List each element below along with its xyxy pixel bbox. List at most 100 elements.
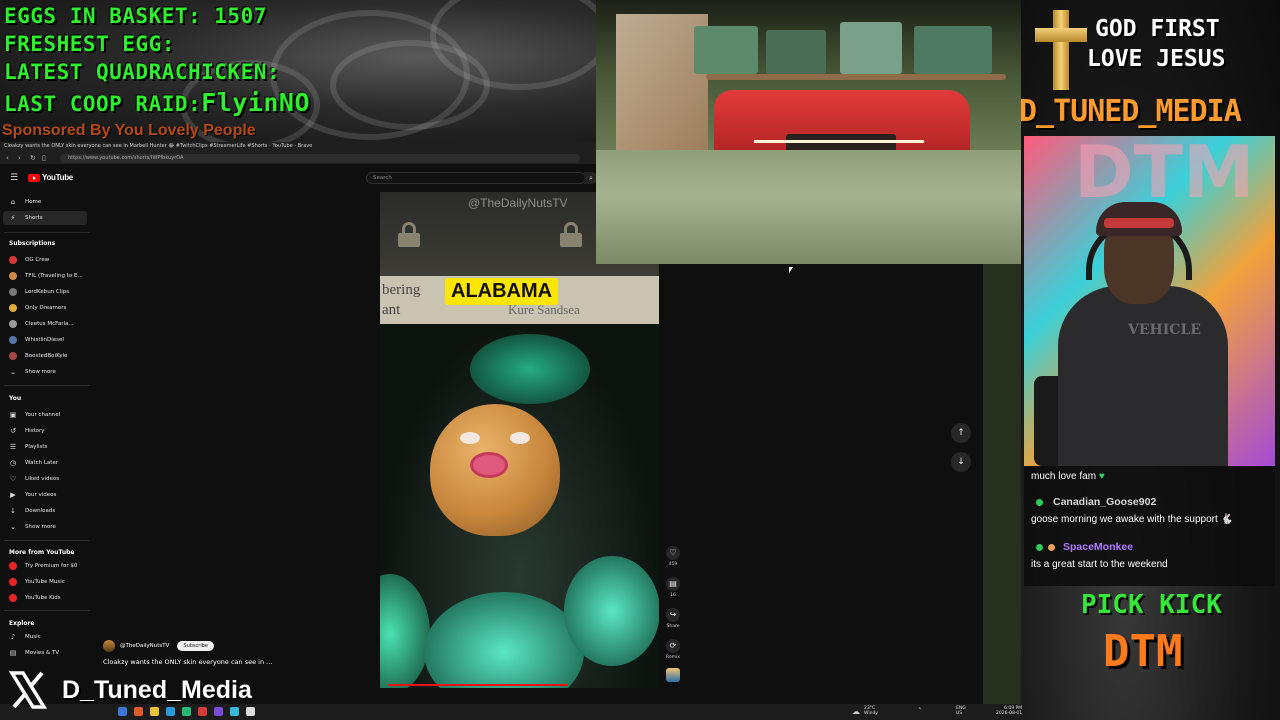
channel-name[interactable]: @TheDailyNutsTV <box>120 643 169 649</box>
sidebar-item-show-more[interactable]: ⌄ Show more <box>0 365 88 379</box>
youtube-play-icon <box>28 173 40 182</box>
address-bar[interactable]: https://www.youtube.com/shorts/IWPfbkuyr… <box>60 154 580 163</box>
previous-short-button[interactable]: ↑ <box>951 423 971 443</box>
badge-icon <box>1036 544 1043 551</box>
sidebar-item-label: Cleetus McFarla... <box>25 321 74 327</box>
explore-1-icon: ▤ <box>9 649 17 657</box>
sidebar-item-show-more-2[interactable]: ⌄ Show more <box>0 520 88 534</box>
cap <box>1096 202 1182 236</box>
share-label: Share <box>666 624 680 629</box>
arrow-up-icon: ↑ <box>957 428 965 438</box>
you-3-icon: ◷ <box>9 459 17 467</box>
region-code: US <box>956 711 963 716</box>
latest-quadrachicken: LATEST QUADRACHICKEN: <box>4 60 281 84</box>
browser-toolbar: Cloakzy wants the ONLY skin everyone can… <box>0 142 596 164</box>
chat-message: much love fam ♥ <box>1031 471 1105 482</box>
sidebar-item-subscription[interactable]: Cleetus McFarla... <box>0 317 88 331</box>
badge-icon <box>1048 544 1055 551</box>
search-input[interactable]: Search <box>366 172 586 184</box>
share-button[interactable]: ↪ Share <box>665 608 681 629</box>
god-first-text: GOD FIRST <box>1095 16 1220 42</box>
chat-box: much love fam ♥ Canadian_Goose902 goose … <box>1024 466 1275 586</box>
sidebar-item-label: YouTube Kids <box>25 595 61 601</box>
last-coop-raid-value: FlyinNO <box>201 88 311 117</box>
chat-message-text: goose morning we awake with the support <box>1031 514 1218 525</box>
comment-icon: ▤ <box>666 577 680 591</box>
back-icon[interactable]: ‹ <box>6 154 9 162</box>
bookmark-icon[interactable]: ▯ <box>42 154 46 162</box>
like-button[interactable]: ♡ 459 <box>665 546 681 567</box>
you-2-icon: ☰ <box>9 443 17 451</box>
chat-message: goose morning we awake with the support … <box>1031 514 1233 525</box>
sidebar-item-subscription[interactable]: WhistlinDiesel <box>0 333 88 347</box>
hamburger-menu-icon[interactable]: ☰ <box>10 173 18 183</box>
remix-icon: ⟳ <box>666 639 680 653</box>
sidebar-item-subscription[interactable]: OG Crew <box>0 253 88 267</box>
sidebar-item-subscription[interactable]: TFIL (Traveling to E... <box>0 269 88 283</box>
sidebar-item-subscription[interactable]: LordKebun Clips <box>0 285 88 299</box>
sidebar-item-more-2[interactable]: YouTube Kids <box>0 591 88 605</box>
sidebar-item-you-6[interactable]: ↓ Downloads <box>0 504 88 518</box>
room-camera-feed <box>596 0 1024 264</box>
clock[interactable]: 6:09 PM 2026-08-01 <box>996 706 1022 716</box>
sidebar-item-more-0[interactable]: Try Premium for $0 <box>0 559 88 573</box>
sidebar-item-shorts[interactable]: ⚡ Shorts <box>0 211 88 225</box>
chevron-up-icon[interactable]: ˄ <box>918 707 922 715</box>
remix-label: Remix <box>666 655 680 660</box>
subscribe-button[interactable]: Subscribe <box>177 641 214 651</box>
chat-message: its a great start to the weekend <box>1031 559 1168 570</box>
channel-avatar-icon <box>9 272 17 280</box>
sidebar-item-explore-1[interactable]: ▤ Movies & TV <box>0 646 88 660</box>
badge-icon <box>1036 499 1043 506</box>
sidebar-item-home[interactable]: ⌂ Home <box>0 195 88 209</box>
audio-thumbnail[interactable] <box>666 668 680 682</box>
you-0-icon: ▣ <box>9 411 17 419</box>
sidebar-item-subscription[interactable]: BoostedBoiKyle <box>0 349 88 363</box>
sidebar-item-label: WhistlinDiesel <box>25 337 64 343</box>
channel-avatar-icon <box>9 336 17 344</box>
youtube-logo[interactable]: YouTube <box>28 173 73 182</box>
weather-desc: Windy <box>864 711 878 716</box>
chat-username[interactable]: SpaceMonkee <box>1063 541 1133 553</box>
dtm-logo-text: DTM <box>1103 626 1183 677</box>
avatar[interactable] <box>103 640 115 652</box>
comment-count: 16 <box>670 593 676 598</box>
love-jesus-text: LOVE JESUS <box>1087 46 1226 72</box>
you-header[interactable]: You <box>9 395 21 402</box>
channel-avatar-icon <box>9 304 17 312</box>
video-progress-bar[interactable] <box>388 684 568 686</box>
browser-tab-title[interactable]: Cloakzy wants the ONLY skin everyone can… <box>4 143 312 149</box>
x-logo-icon <box>8 671 48 709</box>
sidebar-item-explore-0[interactable]: ♪ Music <box>0 630 88 644</box>
lock-icon <box>398 222 420 248</box>
channel-avatar-icon <box>9 256 17 264</box>
show-more-2-icon: ⌄ <box>10 523 16 531</box>
next-short-button[interactable]: ↓ <box>951 452 971 472</box>
last-coop-raid-label: LAST COOP RAID: <box>4 92 202 116</box>
sidebar-item-you-3[interactable]: ◷ Watch Later <box>0 456 88 470</box>
sidebar-item-you-5[interactable]: ▶ Your videos <box>0 488 88 502</box>
explore-0-icon: ♪ <box>10 633 16 641</box>
reload-icon[interactable]: ↻ <box>30 154 36 162</box>
language-indicator[interactable]: ENG US <box>956 706 966 716</box>
comment-button[interactable]: ▤ 16 <box>665 577 681 598</box>
chat-message-text: much love fam <box>1031 471 1097 482</box>
chat-username[interactable]: Canadian_Goose902 <box>1053 496 1156 508</box>
forward-icon[interactable]: › <box>18 154 21 162</box>
remix-button[interactable]: ⟳ Remix <box>665 639 681 660</box>
short-video-player[interactable]: @TheDailyNutsTV bering ant Kure Sandsea … <box>380 192 659 688</box>
sidebar-item-you-2[interactable]: ☰ Playlists <box>0 440 88 454</box>
arrow-down-icon: ↓ <box>957 457 965 467</box>
sidebar-item-you-0[interactable]: ▣ Your channel <box>0 408 88 422</box>
video-title[interactable]: Cloakzy wants the ONLY skin everyone can… <box>103 658 272 666</box>
sidebar-item-label: Show more <box>25 369 56 375</box>
shorts-icon: ⚡ <box>10 214 16 222</box>
sidebar-item-more-1[interactable]: YouTube Music <box>0 575 88 589</box>
sidebar-item-you-4[interactable]: ♡ Liked videos <box>0 472 88 486</box>
sidebar-item-you-1[interactable]: ↺ History <box>0 424 88 438</box>
sidebar-item-subscription[interactable]: Only Dreamers <box>0 301 88 315</box>
channel-banner: D_TUNED_MEDIA <box>1021 94 1242 129</box>
weather-widget[interactable]: 23°C Windy <box>864 706 878 716</box>
emote-icon: 🐇 <box>1220 514 1234 525</box>
subscriptions-header[interactable]: Subscriptions <box>9 240 55 247</box>
